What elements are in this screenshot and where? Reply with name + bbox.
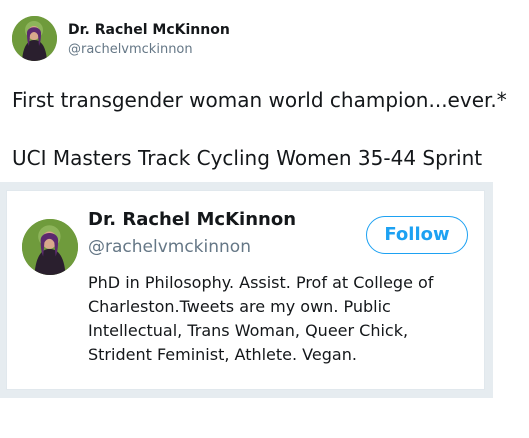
author-name[interactable]: Dr. Rachel McKinnon	[68, 22, 230, 38]
profile-card[interactable]: Dr. Rachel McKinnon @rachelvmckinnon Fol…	[6, 190, 485, 390]
embedded-profile-container: Dr. Rachel McKinnon @rachelvmckinnon Fol…	[0, 182, 493, 398]
author-handle[interactable]: @rachelvmckinnon	[68, 42, 193, 57]
tweet-text-line: First transgender woman world champion..…	[12, 88, 507, 112]
tweet-text-line: UCI Masters Track Cycling Women 35-44 Sp…	[12, 146, 483, 170]
follow-button[interactable]: Follow	[366, 216, 468, 254]
bio-line: Intellectual, Trans Woman, Queer Chick,	[88, 321, 409, 340]
bio-line: Strident Feminist, Athlete. Vegan.	[88, 345, 357, 364]
avatar[interactable]	[12, 16, 57, 61]
profile-name[interactable]: Dr. Rachel McKinnon	[88, 209, 296, 230]
profile-bio: PhD in Philosophy. Assist. Prof at Colle…	[88, 271, 473, 367]
profile-avatar[interactable]	[22, 219, 78, 275]
bio-line: PhD in Philosophy. Assist. Prof at Colle…	[88, 273, 434, 292]
profile-handle[interactable]: @rachelvmckinnon	[88, 237, 251, 257]
tweet-header: Dr. Rachel McKinnon @rachelvmckinnon	[12, 16, 512, 66]
avatar-image	[22, 219, 78, 275]
bio-line: Charleston.Tweets are my own. Public	[88, 297, 391, 316]
avatar-image	[12, 16, 57, 61]
